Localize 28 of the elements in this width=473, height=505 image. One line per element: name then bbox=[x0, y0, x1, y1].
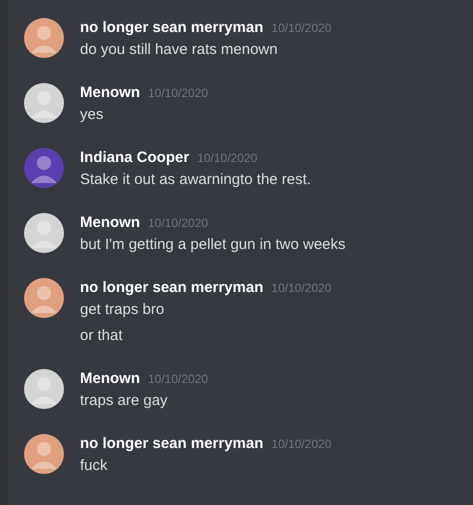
avatar-icon[interactable] bbox=[24, 83, 64, 123]
message-text: Stake it out as awarningto the rest. bbox=[80, 170, 311, 190]
timestamp: 10/10/2020 bbox=[271, 20, 332, 37]
timestamp: 10/10/2020 bbox=[197, 150, 258, 167]
avatar-icon[interactable] bbox=[24, 278, 64, 318]
timestamp: 10/10/2020 bbox=[148, 215, 208, 232]
avatar-icon[interactable] bbox=[24, 434, 64, 474]
message-text: yes bbox=[80, 105, 104, 125]
message-text: do you still have rats menown bbox=[80, 40, 279, 60]
timestamp: 10/10/2020 bbox=[148, 85, 208, 102]
message-text: get traps bro bbox=[80, 300, 166, 320]
message-text: traps are gay bbox=[80, 391, 169, 411]
message-text: fuck bbox=[80, 456, 109, 476]
username[interactable]: Menown bbox=[80, 82, 140, 104]
username[interactable]: no longer sean merryman bbox=[80, 277, 264, 300]
timestamp: 10/10/2020 bbox=[271, 436, 332, 453]
username[interactable]: Menown bbox=[80, 212, 140, 234]
username[interactable]: Menown bbox=[80, 368, 140, 390]
timestamp: 10/10/2020 bbox=[148, 371, 208, 388]
username[interactable]: no longer sean merryman bbox=[80, 433, 264, 456]
avatar-icon[interactable] bbox=[24, 213, 64, 253]
username[interactable]: no longer sean merryman bbox=[80, 17, 264, 40]
timestamp: 10/10/2020 bbox=[271, 280, 332, 297]
avatar-icon[interactable] bbox=[24, 369, 64, 409]
message-text: but I'm getting a pellet gun in two weeks bbox=[80, 235, 346, 255]
message-text: or that bbox=[80, 326, 124, 346]
username[interactable]: Indiana Cooper bbox=[80, 147, 190, 170]
avatar-icon[interactable] bbox=[24, 18, 64, 58]
